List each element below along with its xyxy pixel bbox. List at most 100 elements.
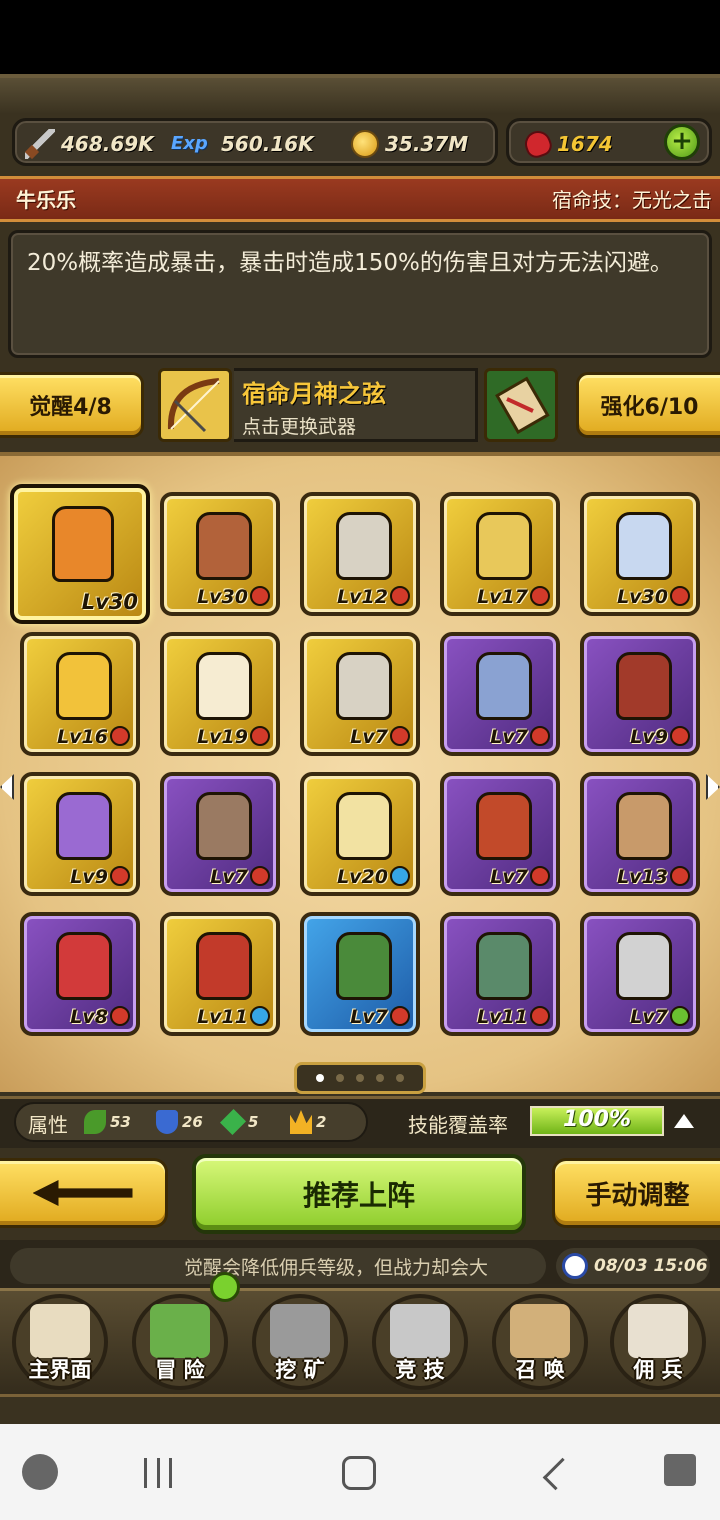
star-badge-icon — [390, 866, 410, 886]
hero-level: Lv13 — [617, 866, 668, 888]
hero-portrait — [336, 512, 392, 580]
nav-label: 冒 险 — [155, 1358, 205, 1382]
hero-level: Lv12 — [337, 586, 388, 608]
add-gems-button[interactable]: + — [664, 124, 700, 160]
hero-level: Lv30 — [197, 586, 248, 608]
hero-card[interactable]: Lv7 — [440, 772, 560, 896]
shield-icon — [156, 1110, 178, 1134]
sword-icon — [25, 129, 55, 159]
hero-portrait — [476, 932, 532, 1000]
assist-icon[interactable] — [664, 1454, 696, 1486]
skill-description-box: 20%概率造成暴击，暴击时造成150%的伤害且对方无法闪避。 — [8, 230, 712, 358]
emerald-icon — [219, 1108, 247, 1136]
attack-value: 468.69K — [61, 132, 154, 156]
pickaxe-icon — [270, 1304, 330, 1358]
hero-level: Lv7 — [630, 1006, 668, 1028]
hero-portrait — [616, 512, 672, 580]
exp-resource: Exp 560.16K — [171, 129, 314, 159]
gem-value: 1674 — [557, 132, 613, 156]
hero-card[interactable]: Lv12 — [300, 492, 420, 616]
hero-card[interactable]: Lv30 — [160, 492, 280, 616]
hero-card[interactable]: Lv7 — [300, 912, 420, 1036]
hero-portrait — [56, 932, 112, 1000]
nav-item[interactable]: 召 唤 — [484, 1290, 596, 1390]
page-dot[interactable] — [376, 1074, 384, 1082]
attribute-label: 属性 — [28, 1113, 68, 1137]
clock-icon — [562, 1253, 588, 1279]
hero-card[interactable]: Lv30 — [10, 484, 150, 624]
hero-card[interactable]: Lv7 — [440, 632, 560, 756]
hero-portrait — [196, 652, 252, 720]
nav-item[interactable]: 冒 险 — [124, 1290, 236, 1390]
nav-item[interactable]: 挖 矿 — [244, 1290, 356, 1390]
hero-level: Lv7 — [490, 726, 528, 748]
gem-attribute: 5 — [219, 1108, 258, 1136]
hero-card[interactable]: Lv16 — [20, 632, 140, 756]
ruby-icon — [521, 127, 555, 161]
summon-scroll-icon — [510, 1304, 570, 1358]
enhance-button[interactable]: 强化6/10 — [576, 372, 720, 438]
hero-level: Lv30 — [81, 590, 138, 614]
hero-portrait — [196, 512, 252, 580]
recommend-lineup-button[interactable]: 推荐上阵 — [192, 1154, 526, 1234]
hero-level: Lv9 — [70, 866, 108, 888]
hero-level: Lv7 — [490, 866, 528, 888]
tent-icon — [628, 1304, 688, 1358]
awaken-button[interactable]: 觉醒4/8 — [0, 372, 144, 438]
hero-level: Lv19 — [197, 726, 248, 748]
skill-coverage-label: 技能覆盖率 — [408, 1113, 508, 1137]
weapon-slot[interactable] — [158, 368, 232, 442]
hero-card[interactable]: Lv13 — [580, 772, 700, 896]
hero-portrait — [56, 652, 112, 720]
element-badge-icon — [670, 586, 690, 606]
page-dot[interactable] — [336, 1074, 344, 1082]
page-dot[interactable] — [316, 1074, 324, 1082]
element-badge-icon — [390, 1006, 410, 1026]
hero-card[interactable]: Lv20 — [300, 772, 420, 896]
destiny-skill: 宿命技：无光之击 — [552, 188, 712, 212]
hero-card[interactable]: Lv11 — [160, 912, 280, 1036]
hero-card[interactable]: Lv7 — [160, 772, 280, 896]
nav-item[interactable]: 竞 技 — [364, 1290, 476, 1390]
element-badge-icon — [530, 866, 550, 886]
back-button[interactable] — [0, 1158, 168, 1228]
hero-portrait — [196, 792, 252, 860]
coin-icon — [351, 130, 379, 158]
hero-portrait — [336, 932, 392, 1000]
nav-item[interactable]: 佣 兵 — [602, 1290, 714, 1390]
skill-description: 20%概率造成暴击，暴击时造成150%的伤害且对方无法闪避。 — [27, 250, 673, 276]
page-dot[interactable] — [356, 1074, 364, 1082]
page-indicator — [294, 1062, 426, 1094]
island-icon — [150, 1304, 210, 1358]
hero-card[interactable]: Lv17 — [440, 492, 560, 616]
hero-card[interactable]: Lv9 — [20, 772, 140, 896]
home-button[interactable] — [342, 1456, 376, 1490]
manual-adjust-button[interactable]: 手动调整 — [552, 1158, 720, 1228]
notification-dot — [210, 1272, 240, 1302]
back-arrow-icon — [32, 1180, 133, 1206]
hero-card[interactable]: Lv30 — [580, 492, 700, 616]
weapon-name: 宿命月神之弦 — [242, 380, 386, 408]
hero-card[interactable]: Lv11 — [440, 912, 560, 1036]
game-tools-icon[interactable] — [22, 1454, 58, 1490]
hero-level: Lv30 — [617, 586, 668, 608]
status-bar — [0, 0, 720, 74]
recent-apps-button[interactable] — [144, 1458, 172, 1488]
element-badge-icon — [670, 726, 690, 746]
exp-icon: Exp — [171, 133, 208, 154]
change-weapon-hint: 点击更换武器 — [242, 416, 357, 438]
hero-card[interactable]: Lv8 — [20, 912, 140, 1036]
element-badge-icon — [530, 1006, 550, 1026]
hero-card[interactable]: Lv7 — [580, 912, 700, 1036]
nav-label: 佣 兵 — [633, 1358, 683, 1382]
hero-card[interactable]: Lv7 — [300, 632, 420, 756]
nav-item[interactable]: 主界面 — [4, 1290, 116, 1390]
hero-level: Lv7 — [350, 726, 388, 748]
hero-card[interactable]: Lv9 — [580, 632, 700, 756]
page-dot[interactable] — [396, 1074, 404, 1082]
scroll-slot[interactable] — [484, 368, 558, 442]
hero-portrait — [476, 652, 532, 720]
hero-card[interactable]: Lv19 — [160, 632, 280, 756]
crown-count: 2 — [316, 1113, 327, 1131]
gold-value: 35.37M — [385, 132, 469, 156]
